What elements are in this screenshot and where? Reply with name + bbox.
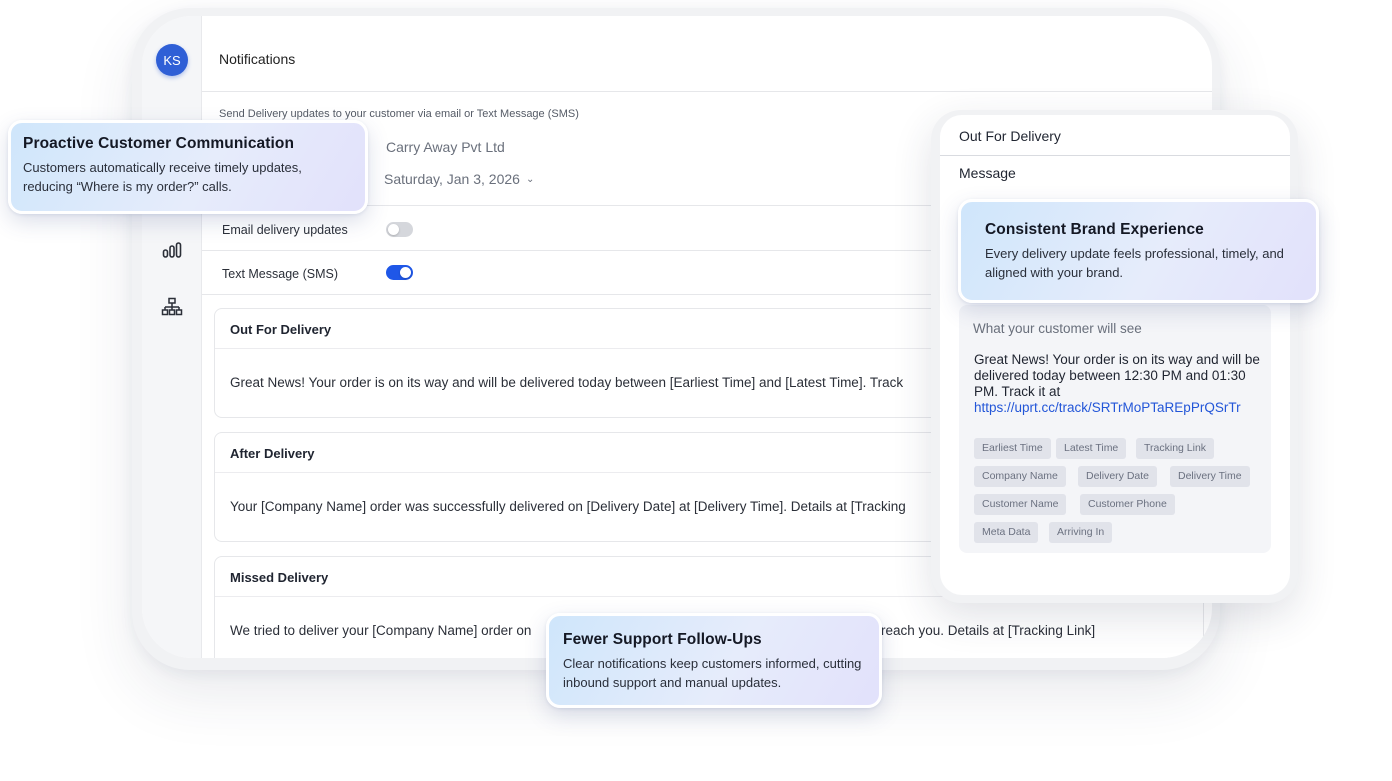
chip-delivery-date[interactable]: Delivery Date <box>1078 466 1158 487</box>
chevron-down-icon: ⌄ <box>525 174 535 185</box>
phone-title: Out For Delivery <box>959 128 1061 144</box>
chip-customer-phone[interactable]: Customer Phone <box>1080 494 1175 515</box>
org-chart-icon[interactable] <box>161 297 183 317</box>
chip-company-name[interactable]: Company Name <box>974 466 1066 487</box>
callout-text: Customers automatically receive timely u… <box>23 160 302 194</box>
divider <box>202 91 1212 92</box>
chip-customer-name[interactable]: Customer Name <box>974 494 1067 515</box>
bar-chart-icon[interactable] <box>161 240 183 260</box>
chip-meta-data[interactable]: Meta Data <box>974 522 1039 543</box>
sidebar: KS <box>142 16 202 658</box>
callout-fewer-follow-ups: Fewer Support Follow-Ups Clear notificat… <box>546 613 882 708</box>
toggle-knob <box>400 267 411 278</box>
chip-arriving-in[interactable]: Arriving In <box>1049 522 1113 543</box>
page-subtitle: Send Delivery updates to your customer v… <box>219 108 579 120</box>
callout-text: Every delivery update feels professional… <box>985 246 1284 280</box>
customer-preview: What your customer will see Great News! … <box>959 305 1271 553</box>
callout-title: Fewer Support Follow-Ups <box>563 631 762 648</box>
chip-tracking-link[interactable]: Tracking Link <box>1136 438 1215 459</box>
tracking-link[interactable]: https://uprt.cc/track/SRTrMoPTaREpPrQSrT… <box>974 400 1264 416</box>
preview-label: What your customer will see <box>973 321 1142 336</box>
date-select[interactable]: Saturday, Jan 3, 2026 ⌄ <box>384 171 534 187</box>
page-title: Notifications <box>219 51 296 67</box>
message-text: We tried to deliver your [Company Name] … <box>230 623 532 638</box>
preview-message: Great News! Your order is on its way and… <box>974 352 1264 416</box>
chip-earliest-time[interactable]: Earliest Time <box>974 438 1051 459</box>
callout-text: Clear notifications keep customers infor… <box>563 656 862 690</box>
preview-text: Great News! Your order is on its way and… <box>974 352 1260 399</box>
toggle-knob <box>388 224 399 235</box>
message-text-tail: reach you. Details at [Tracking Link] <box>881 623 1096 638</box>
callout-proactive-communication: Proactive Customer Communication Custome… <box>8 120 368 214</box>
sms-toggle[interactable] <box>386 265 413 280</box>
date-select-value: Saturday, Jan 3, 2026 <box>384 171 520 187</box>
chip-latest-time[interactable]: Latest Time <box>1056 438 1127 459</box>
callout-brand-experience: Consistent Brand Experience Every delive… <box>958 199 1319 303</box>
sms-toggle-label: Text Message (SMS) <box>222 267 339 281</box>
chip-delivery-time[interactable]: Delivery Time <box>1170 466 1250 487</box>
phone-preview: Out For Delivery Message What your custo… <box>940 115 1290 595</box>
message-label: Message <box>959 165 1016 181</box>
company-name-field[interactable]: Carry Away Pvt Ltd <box>386 139 505 155</box>
avatar[interactable]: KS <box>156 44 188 76</box>
email-toggle-label: Email delivery updates <box>222 223 348 237</box>
callout-title: Proactive Customer Communication <box>23 135 295 152</box>
email-delivery-toggle[interactable] <box>386 222 413 237</box>
callout-title: Consistent Brand Experience <box>985 221 1204 238</box>
divider <box>940 155 1290 156</box>
